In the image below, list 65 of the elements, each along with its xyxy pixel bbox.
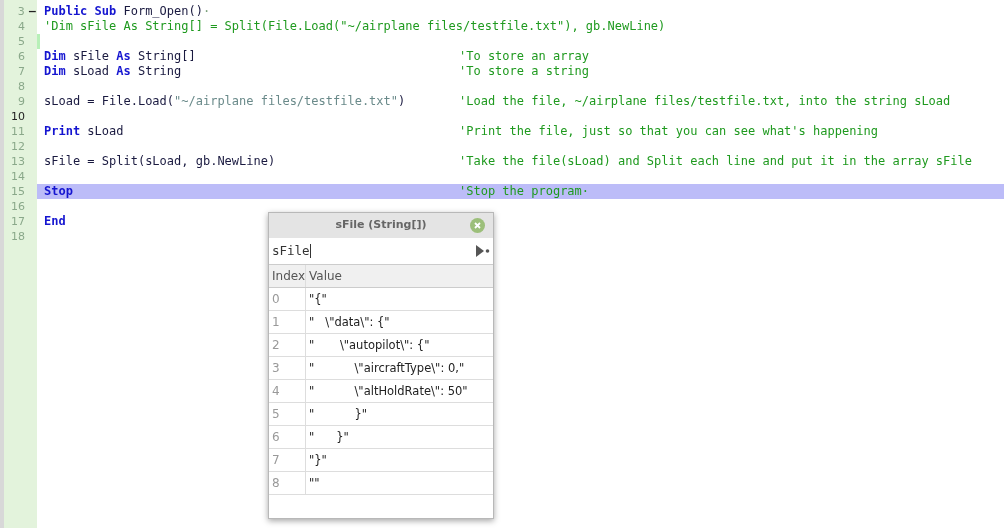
- index-cell: 0: [269, 288, 306, 310]
- column-header: Value: [308, 268, 343, 285]
- index-cell: 7: [269, 449, 306, 471]
- index-cell: 4: [269, 380, 306, 402]
- code-text: sFile = Split(sLoad, gb.NewLine): [44, 154, 276, 169]
- line-number: 14: [10, 169, 25, 184]
- keyword: End: [44, 214, 66, 229]
- line-number: 3: [16, 4, 25, 19]
- value-cell-text: "{": [308, 291, 328, 308]
- line-number: 8: [17, 79, 25, 94]
- value-cell-text: " \"aircraftType\": 0,": [308, 360, 466, 377]
- index-cell: 2: [269, 334, 306, 356]
- index-cell: 3: [269, 357, 306, 379]
- value-cell-text: " \"autopilot\": {": [308, 337, 431, 354]
- code-comment: 'Stop the program·: [459, 184, 590, 199]
- column-header: Index: [269, 265, 306, 287]
- line-number: 16: [10, 199, 25, 214]
- value-cell-text: "": [308, 475, 321, 492]
- value-cell-text: " }": [308, 429, 350, 446]
- line-number: 4: [17, 19, 25, 34]
- line-number: 7: [17, 64, 25, 79]
- line-number: 5: [17, 34, 25, 49]
- code-text: sLoad = File.Load(: [44, 94, 175, 109]
- keyword: Print: [44, 124, 81, 139]
- code-text: String[]: [136, 49, 196, 64]
- keyword: Stop: [44, 184, 73, 199]
- index-cell: 5: [269, 403, 306, 425]
- line-number: 17: [10, 214, 25, 229]
- run-icon[interactable]: [476, 245, 490, 257]
- keyword: Dim: [44, 49, 66, 64]
- code-comment: 'Dim sFile As String[] = Split(File.Load("~/airplane files/testfile.txt"), gb.NewLine): [44, 19, 666, 34]
- index-cell: 8: [269, 472, 306, 494]
- keyword: Dim: [44, 64, 66, 79]
- index-cell: 6: [269, 426, 306, 448]
- code-comment: 'To store an array: [459, 49, 590, 64]
- code-comment: 'Load the file, ~/airplane files/testfile.txt, into the string sLoad: [459, 94, 951, 109]
- value-cell-text: " \"data\": {": [308, 314, 391, 331]
- string-literal: "~/airplane files/testfile.txt": [174, 94, 398, 109]
- whitespace-marker: ·: [202, 4, 211, 19]
- code-comment: 'Print the file, just so that you can see what's happening: [459, 124, 879, 139]
- fold-toggle[interactable]: −: [27, 4, 37, 19]
- code-comment: 'Take the file(sLoad) and Split each line and put it in the array sFile: [459, 154, 972, 169]
- line-number: 18: [10, 229, 25, 244]
- code-text: ): [398, 94, 406, 109]
- line-number: 9: [17, 94, 25, 109]
- code-text: sLoad: [86, 124, 124, 139]
- index-cell: 1: [269, 311, 306, 333]
- line-number: 13: [10, 154, 25, 169]
- code-text: Form_Open(): [122, 4, 203, 19]
- line-number: 10: [10, 109, 25, 124]
- code-comment: 'To store a string: [459, 64, 590, 79]
- code-text: sFile: [71, 49, 111, 64]
- code-text: sLoad: [71, 64, 111, 79]
- keyword: As: [116, 64, 131, 79]
- value-cell-text: " \"altHoldRate\": 50": [308, 383, 469, 400]
- value-cell-text: " }": [308, 406, 369, 423]
- line-number: 15: [10, 184, 25, 199]
- keyword: As: [116, 49, 131, 64]
- keyword: Public Sub: [44, 4, 117, 19]
- line-number: 6: [17, 49, 25, 64]
- value-cell-text: "}": [308, 452, 328, 469]
- line-number: 12: [10, 139, 25, 154]
- code-text: String: [136, 64, 182, 79]
- popup-title: sFile (String[]): [335, 217, 427, 234]
- line-number: 11: [10, 124, 25, 139]
